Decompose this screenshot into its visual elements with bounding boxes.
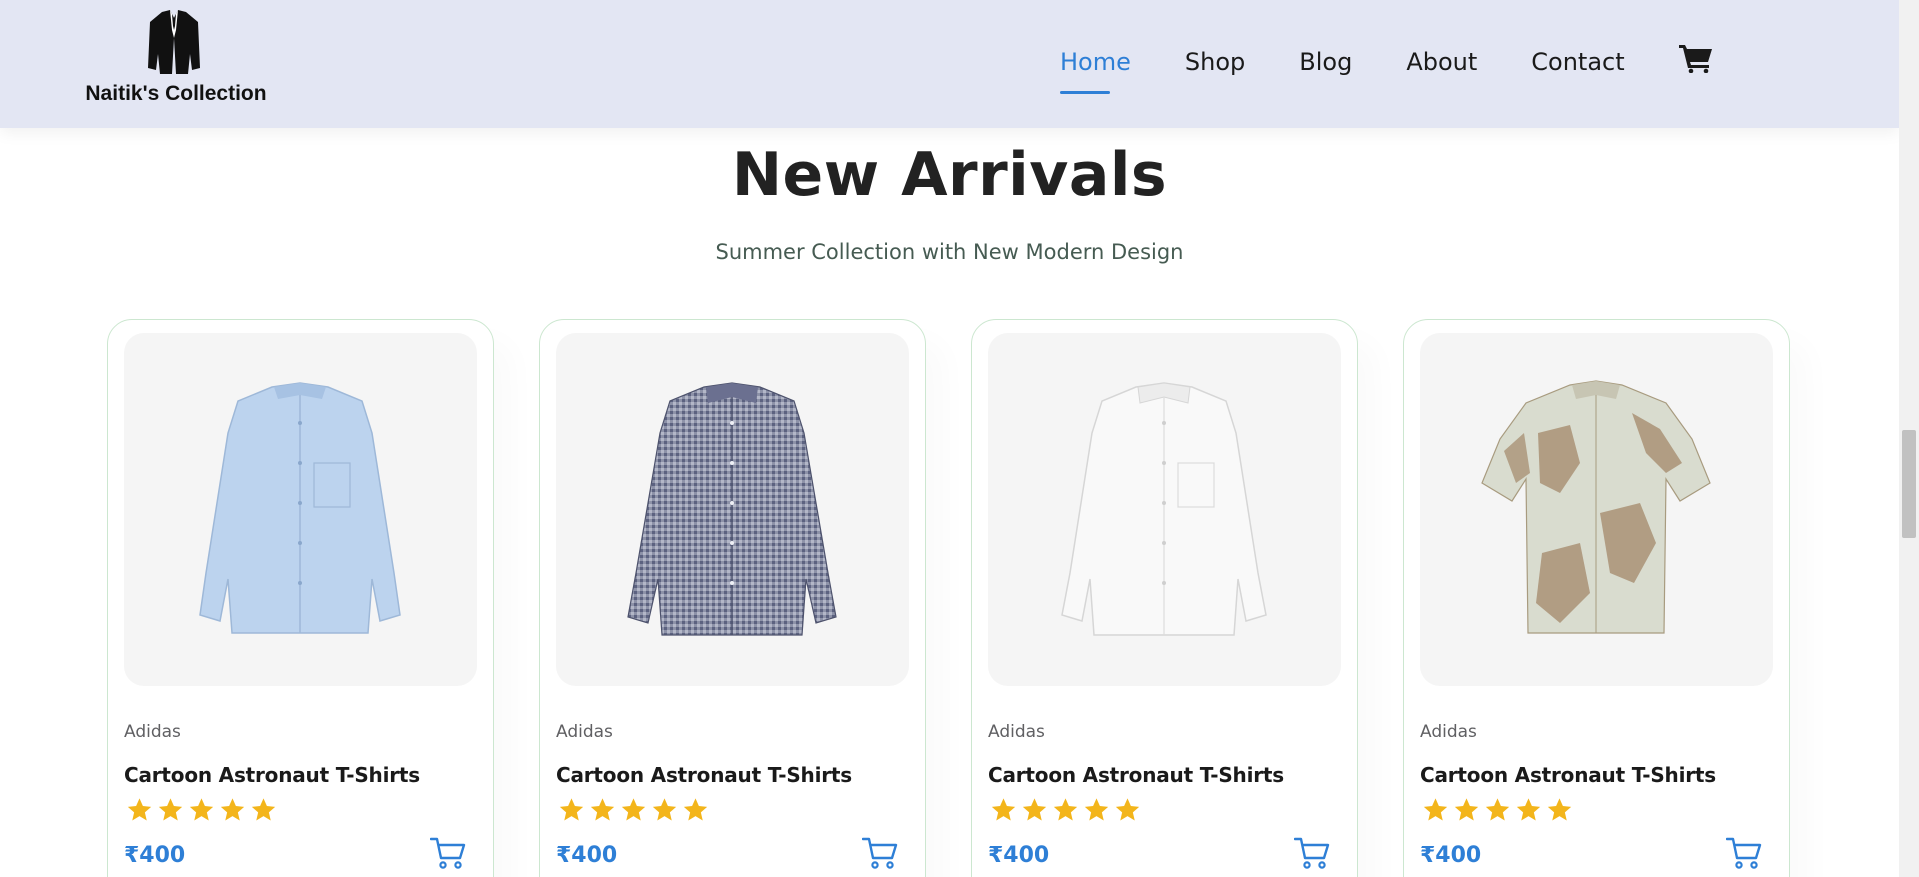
add-to-cart-icon[interactable] bbox=[862, 836, 898, 870]
star-icon bbox=[1053, 798, 1078, 821]
product-name[interactable]: Cartoon Astronaut T-Shirts bbox=[124, 763, 420, 787]
product-image[interactable] bbox=[1420, 333, 1773, 686]
star-icon bbox=[652, 798, 677, 821]
star-icon bbox=[683, 798, 708, 821]
product-card[interactable]: Adidas Cartoon Astronaut T-Shirts ₹400 bbox=[1403, 319, 1790, 877]
product-price: ₹400 bbox=[1420, 843, 1482, 868]
add-to-cart-icon[interactable] bbox=[430, 836, 466, 870]
star-icon bbox=[1115, 798, 1140, 821]
star-icon bbox=[1022, 798, 1047, 821]
product-name[interactable]: Cartoon Astronaut T-Shirts bbox=[556, 763, 852, 787]
site-header: Naitik's Collection Home Shop Blog About… bbox=[0, 0, 1899, 128]
star-icon bbox=[220, 798, 245, 821]
star-icon bbox=[559, 798, 584, 821]
section-title: New Arrivals bbox=[731, 140, 1168, 210]
star-icon bbox=[1516, 798, 1541, 821]
product-name[interactable]: Cartoon Astronaut T-Shirts bbox=[988, 763, 1284, 787]
product-price: ₹400 bbox=[988, 843, 1050, 868]
add-to-cart-icon[interactable] bbox=[1726, 836, 1762, 870]
add-to-cart-icon[interactable] bbox=[1294, 836, 1330, 870]
nav-blog[interactable]: Blog bbox=[1299, 50, 1352, 74]
shopping-cart-icon[interactable] bbox=[1678, 43, 1713, 73]
product-name[interactable]: Cartoon Astronaut T-Shirts bbox=[1420, 763, 1716, 787]
product-image[interactable] bbox=[988, 333, 1341, 686]
shirt-image-navy-gingham bbox=[627, 382, 837, 636]
star-icon bbox=[991, 798, 1016, 821]
product-image[interactable] bbox=[124, 333, 477, 686]
product-brand: Adidas bbox=[556, 722, 613, 742]
shirt-image-white bbox=[1061, 382, 1267, 636]
product-brand: Adidas bbox=[988, 722, 1045, 742]
product-rating bbox=[124, 796, 279, 824]
star-icon bbox=[1454, 798, 1479, 821]
star-icon bbox=[127, 798, 152, 821]
product-rating bbox=[988, 796, 1143, 824]
page: Naitik's Collection Home Shop Blog About… bbox=[0, 0, 1899, 877]
product-brand: Adidas bbox=[124, 722, 181, 742]
logo-text: Naitik's Collection bbox=[85, 82, 267, 105]
nav-contact[interactable]: Contact bbox=[1531, 50, 1624, 74]
nav-about[interactable]: About bbox=[1406, 50, 1477, 74]
star-icon bbox=[1423, 798, 1448, 821]
product-rating bbox=[1420, 796, 1575, 824]
suit-jacket-icon bbox=[148, 10, 200, 74]
nav-shop[interactable]: Shop bbox=[1185, 50, 1245, 74]
star-icon bbox=[251, 798, 276, 821]
star-icon bbox=[1084, 798, 1109, 821]
nav-home[interactable]: Home bbox=[1060, 50, 1131, 94]
product-card[interactable]: Adidas Cartoon Astronaut T-Shirts ₹400 bbox=[971, 319, 1358, 877]
scrollbar-thumb[interactable] bbox=[1902, 430, 1916, 538]
product-price: ₹400 bbox=[124, 843, 186, 868]
product-price: ₹400 bbox=[556, 843, 618, 868]
star-icon bbox=[158, 798, 183, 821]
product-image[interactable] bbox=[556, 333, 909, 686]
star-icon bbox=[1485, 798, 1510, 821]
star-icon bbox=[189, 798, 214, 821]
logo[interactable]: Naitik's Collection bbox=[84, 8, 268, 108]
star-icon bbox=[621, 798, 646, 821]
main-nav: Home Shop Blog About Contact bbox=[1060, 0, 1713, 128]
product-brand: Adidas bbox=[1420, 722, 1477, 742]
product-card[interactable]: Adidas Cartoon Astronaut T-Shirts ₹400 bbox=[539, 319, 926, 877]
shirt-image-beige-print bbox=[1481, 380, 1711, 634]
star-icon bbox=[590, 798, 615, 821]
product-rating bbox=[556, 796, 711, 824]
section-subtitle: Summer Collection with New Modern Design bbox=[715, 240, 1184, 264]
star-icon bbox=[1547, 798, 1572, 821]
vertical-scrollbar[interactable] bbox=[1899, 0, 1919, 877]
shirt-image-light-blue bbox=[199, 382, 401, 634]
product-card[interactable]: Adidas Cartoon Astronaut T-Shirts ₹400 bbox=[107, 319, 494, 877]
